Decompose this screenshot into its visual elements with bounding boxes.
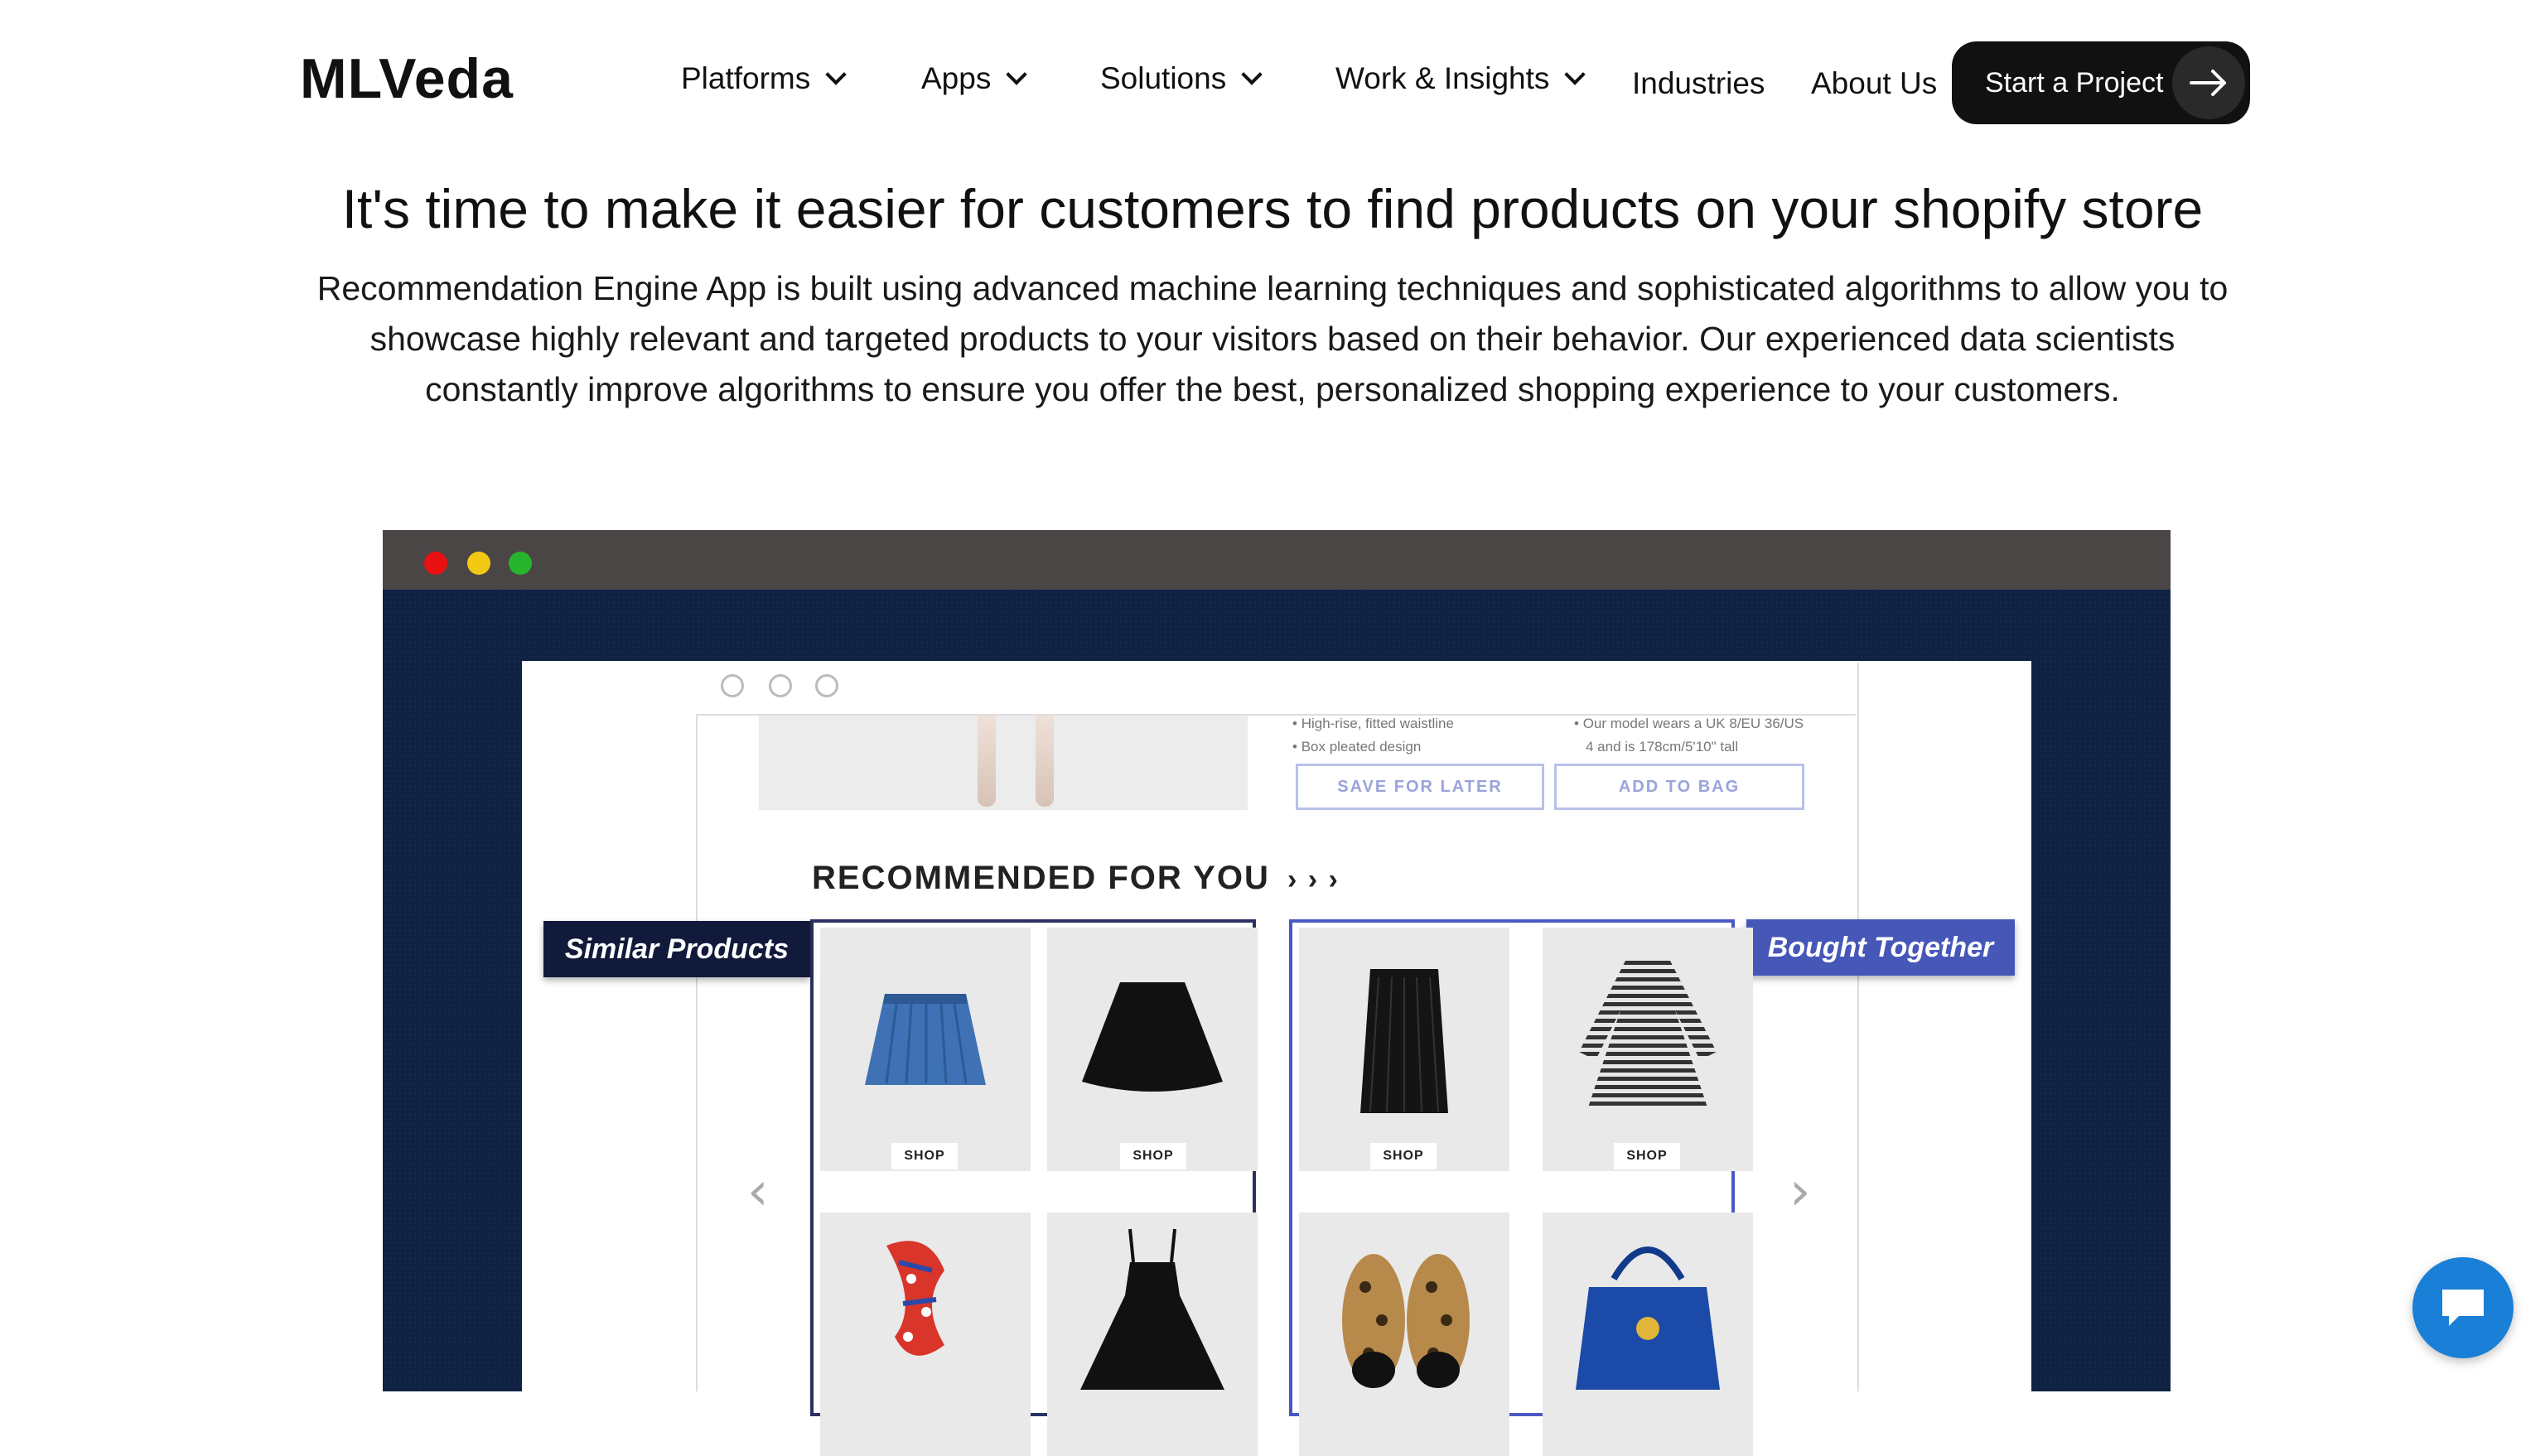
model-info: 4 and is 178cm/5'10" tall (1586, 739, 1739, 755)
product-card[interactable] (1543, 928, 1753, 1171)
bought-together-tag: Bought Together (1746, 919, 2015, 976)
hero-description-line: showcase highly relevant and targeted pr… (369, 320, 2176, 358)
nav-about-us[interactable]: About Us (1811, 66, 1937, 101)
chevron-down-icon (1564, 64, 1586, 85)
model-leg (1036, 716, 1054, 807)
save-for-later-button[interactable]: SAVE FOR LATER (1296, 764, 1544, 810)
shop-button[interactable]: SHOP (1120, 1143, 1186, 1169)
recommended-arrows: › › › (1287, 864, 1340, 895)
product-card[interactable] (820, 1213, 1031, 1456)
page-headline: It's time to make it easier for customer… (341, 178, 2204, 239)
product-bullet-text: Box pleated design (1301, 739, 1422, 755)
start-project-label: Start a Project (1985, 66, 2164, 99)
nav-industries-label: Industries (1632, 66, 1765, 100)
nav-platforms-label: Platforms (681, 61, 811, 95)
chat-widget-button[interactable] (2412, 1257, 2514, 1358)
nav-industries[interactable]: Industries (1632, 66, 1765, 101)
nav-work-insights-label: Work & Insights (1335, 61, 1550, 95)
chevron-down-icon (825, 64, 847, 85)
nav-solutions[interactable]: Solutions (1100, 61, 1263, 96)
similar-products-tag: Similar Products (543, 921, 810, 977)
window-maximize-dot (509, 552, 532, 575)
recommended-title-text: RECOMMENDED FOR YOU (812, 860, 1270, 896)
nav-apps-label: Apps (921, 61, 992, 95)
model-leg (978, 716, 996, 807)
chevron-down-icon (1006, 64, 1028, 85)
black-skirt-image (1082, 982, 1223, 1092)
add-to-bag-button[interactable]: ADD TO BAG (1554, 764, 1804, 810)
black-pleated-skirt-image (1360, 969, 1448, 1113)
product-card[interactable] (1299, 928, 1509, 1171)
inner-window-dot (769, 674, 792, 697)
blue-skirt-image (865, 994, 986, 1085)
carousel-prev-arrow[interactable]: ‹ (747, 1161, 769, 1222)
product-card[interactable] (1543, 1213, 1753, 1456)
site-logo[interactable]: MLVeda (300, 46, 514, 111)
black-dress-image (1080, 1228, 1224, 1390)
chevron-down-icon (1241, 64, 1263, 85)
nav-solutions-label: Solutions (1100, 61, 1227, 95)
chat-bubble-icon (2442, 1290, 2484, 1326)
model-info-text: Our model wears a UK 8/EU 36/US (1582, 716, 1804, 731)
product-card[interactable] (1047, 928, 1258, 1171)
carousel-next-arrow[interactable]: › (1789, 1161, 1811, 1222)
hero-description-line: constantly improve algorithms to ensure … (425, 370, 2120, 408)
product-card[interactable] (1299, 1213, 1509, 1456)
inner-window-dot (721, 674, 744, 697)
inner-browser-bar (696, 663, 1856, 716)
product-card[interactable] (1047, 1213, 1258, 1456)
nav-apps[interactable]: Apps (921, 61, 1028, 96)
product-bullet: • High-rise, fitted waistline (1292, 716, 1454, 731)
window-close-dot (424, 552, 447, 575)
model-info: • Our model wears a UK 8/EU 36/US (1574, 716, 1804, 731)
nav-work-insights[interactable]: Work & Insights (1335, 61, 1586, 96)
mockup-titlebar (383, 530, 2171, 590)
shop-button[interactable]: SHOP (1614, 1143, 1680, 1169)
nav-about-us-label: About Us (1811, 66, 1938, 100)
product-card[interactable] (820, 928, 1031, 1171)
inner-window-dot (815, 674, 838, 697)
nav-platforms[interactable]: Platforms (681, 61, 847, 96)
shop-button[interactable]: SHOP (891, 1143, 958, 1169)
red-scarf-image (886, 1241, 944, 1356)
product-bullet-text: High-rise, fitted waistline (1301, 716, 1454, 731)
window-minimize-dot (467, 552, 490, 575)
hero-description-line: Recommendation Engine App is built using… (316, 269, 2229, 307)
product-bullet: • Box pleated design (1292, 739, 1422, 755)
hero-description: Recommendation Engine App is built using… (298, 263, 2247, 415)
striped-dress-image (1579, 961, 1717, 1110)
arrow-right-icon (2172, 46, 2245, 119)
leopard-loafers-image (1342, 1254, 1470, 1388)
blue-handbag-image (1576, 1246, 1720, 1390)
recommended-title: RECOMMENDED FOR YOU › › › (812, 860, 1340, 897)
start-project-button[interactable]: Start a Project (1952, 41, 2250, 124)
shop-button[interactable]: SHOP (1370, 1143, 1437, 1169)
product-photo (759, 716, 1248, 810)
